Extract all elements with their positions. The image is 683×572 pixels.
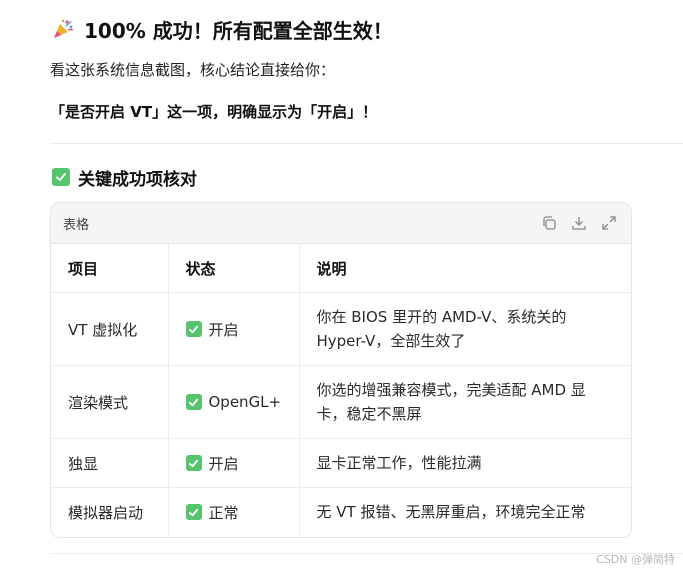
expand-icon[interactable]	[601, 215, 617, 231]
check-box-icon	[185, 321, 202, 337]
status-text: 开启	[208, 454, 239, 473]
table-card-header: 表格	[51, 203, 631, 244]
section-title: 关键成功项核对	[78, 169, 197, 190]
cell-desc: 你在 BIOS 里开的 AMD-V、系统关的 Hyper-V，全部生效了	[299, 292, 631, 366]
table-row: 渲染模式 OpenGL+ 你选的增强兼容模式，完美适配 AMD 显卡，稳定不黑屏	[51, 365, 631, 439]
cell-item: VT 虚拟化	[51, 292, 169, 366]
party-popper-icon	[54, 19, 74, 38]
watermark: CSDN @弹简特	[596, 553, 675, 566]
table-row: 模拟器启动 正常 无 VT 报错、无黑屏重启，环境完全正常	[51, 487, 631, 536]
cell-status: 正常	[168, 487, 300, 536]
heading-title: 100% 成功！所有配置全部生效！	[84, 18, 393, 43]
cell-desc: 显卡正常工作，性能拉满	[299, 438, 631, 488]
cell-status: OpenGL+	[168, 365, 300, 439]
check-box-icon	[185, 394, 202, 410]
cell-item: 模拟器启动	[51, 487, 169, 536]
download-icon[interactable]	[571, 215, 587, 231]
intro-text: 看这张系统信息截图，核心结论直接给你：	[50, 61, 336, 79]
col-header-status: 状态	[168, 244, 300, 293]
cell-desc: 你选的增强兼容模式，完美适配 AMD 显卡，稳定不黑屏	[299, 365, 631, 439]
cell-status: 开启	[168, 292, 300, 366]
table-card-label: 表格	[63, 217, 90, 233]
table-tools	[541, 215, 617, 231]
divider	[50, 553, 683, 554]
status-text: OpenGL+	[208, 393, 282, 411]
status-text: 正常	[208, 503, 239, 522]
cell-status: 开启	[168, 438, 300, 488]
table-card: 表格 项目 状态 说明 VT 虚拟化 开启 你在 BIOS 里开的 AMD-V、…	[50, 202, 632, 538]
check-box-icon	[52, 168, 70, 186]
divider	[50, 143, 683, 144]
status-table: 项目 状态 说明 VT 虚拟化 开启 你在 BIOS 里开的 AMD-V、系统关…	[51, 244, 631, 536]
check-box-icon	[185, 455, 202, 471]
cell-item: 渲染模式	[51, 365, 169, 439]
table-header-row: 项目 状态 说明	[51, 244, 631, 293]
page-heading: 100% 成功！所有配置全部生效！	[52, 14, 393, 44]
check-box-icon	[185, 504, 202, 520]
cell-item: 独显	[51, 438, 169, 488]
table-row: 独显 开启 显卡正常工作，性能拉满	[51, 438, 631, 488]
highlight-text: 「是否开启 VT」这一项，明确显示为「开启」！	[50, 103, 378, 121]
section-heading: 关键成功项核对	[52, 164, 197, 190]
col-header-desc: 说明	[299, 244, 631, 293]
col-header-item: 项目	[51, 244, 169, 293]
cell-desc: 无 VT 报错、无黑屏重启，环境完全正常	[316, 503, 586, 521]
table-row: VT 虚拟化 开启 你在 BIOS 里开的 AMD-V、系统关的 Hyper-V…	[51, 292, 631, 366]
status-text: 开启	[208, 320, 239, 339]
copy-icon[interactable]	[541, 215, 557, 231]
